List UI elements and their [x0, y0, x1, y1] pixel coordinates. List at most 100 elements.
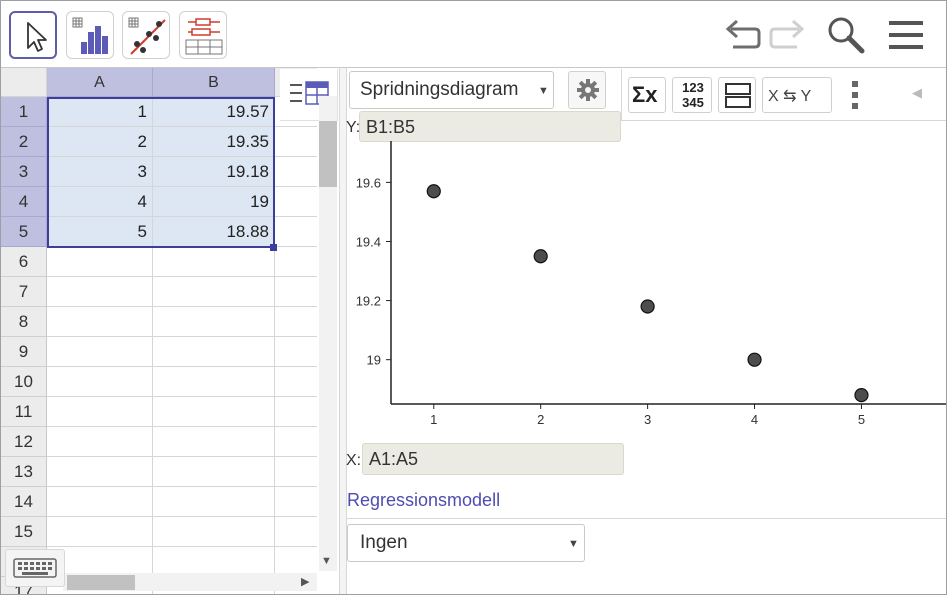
- y-tick-label: 19.4: [356, 234, 381, 249]
- row-header[interactable]: 7: [1, 277, 47, 307]
- settings-button[interactable]: [568, 71, 606, 109]
- toolbar: [1, 1, 946, 68]
- column-header[interactable]: A: [47, 68, 153, 97]
- fill-handle[interactable]: [270, 244, 277, 251]
- horizontal-scroll-thumb[interactable]: [67, 575, 135, 590]
- cell-c-6[interactable]: [275, 247, 317, 277]
- row-header[interactable]: 6: [1, 247, 47, 277]
- panel-divider[interactable]: [339, 68, 347, 594]
- layout-button[interactable]: [718, 77, 756, 113]
- cell-b-11[interactable]: [153, 397, 275, 427]
- cell-c-13[interactable]: [275, 457, 317, 487]
- cell-c-12[interactable]: [275, 427, 317, 457]
- cell-c-5[interactable]: [275, 217, 317, 247]
- menu-icon[interactable]: [885, 15, 927, 57]
- cell-b-9[interactable]: [153, 337, 275, 367]
- cell-c-10[interactable]: [275, 367, 317, 397]
- row-header[interactable]: 8: [1, 307, 47, 337]
- two-variable-regression-button[interactable]: [122, 11, 170, 59]
- x-tick-label: 3: [644, 412, 651, 427]
- cell-a-3[interactable]: 3: [47, 157, 153, 187]
- cell-a-4[interactable]: 4: [47, 187, 153, 217]
- cell-c-11[interactable]: [275, 397, 317, 427]
- row-header[interactable]: 10: [1, 367, 47, 397]
- row-header[interactable]: 4: [1, 187, 47, 217]
- cell-b-12[interactable]: [153, 427, 275, 457]
- cell-b-3[interactable]: 19.18: [153, 157, 275, 187]
- cell-b-2[interactable]: 19.35: [153, 127, 275, 157]
- cell-a-7[interactable]: [47, 277, 153, 307]
- row-header[interactable]: 5: [1, 217, 47, 247]
- row-header[interactable]: 9: [1, 337, 47, 367]
- scroll-right-arrow-icon[interactable]: ▶: [301, 575, 309, 588]
- cell-a-13[interactable]: [47, 457, 153, 487]
- one-variable-analysis-button[interactable]: [66, 11, 114, 59]
- data-button[interactable]: 123 345: [672, 77, 712, 113]
- cell-c-9[interactable]: [275, 337, 317, 367]
- regression-model-value: Ingen: [360, 532, 408, 553]
- swap-xy-label: X ⇆ Y: [768, 88, 812, 105]
- cell-a-6[interactable]: [47, 247, 153, 277]
- cell-b-10[interactable]: [153, 367, 275, 397]
- row-header[interactable]: 12: [1, 427, 47, 457]
- search-icon[interactable]: [824, 15, 866, 57]
- cell-b-7[interactable]: [153, 277, 275, 307]
- row-header[interactable]: 3: [1, 157, 47, 187]
- collapse-arrow-icon[interactable]: ◀: [912, 85, 922, 101]
- cell-b-15[interactable]: [153, 517, 275, 547]
- cell-b-5[interactable]: 18.88: [153, 217, 275, 247]
- histogram-icon: [72, 17, 108, 54]
- sum-stats-button[interactable]: Σx: [628, 77, 666, 113]
- swap-xy-button[interactable]: X ⇆ Y: [762, 77, 832, 113]
- cell-c-4[interactable]: [275, 187, 317, 217]
- cell-b-6[interactable]: [153, 247, 275, 277]
- statistics-toolbar: Σx 123 345 X ⇆ Y ◀: [621, 69, 946, 121]
- cell-a-15[interactable]: [47, 517, 153, 547]
- more-options-icon[interactable]: [848, 79, 862, 113]
- cell-a-8[interactable]: [47, 307, 153, 337]
- x-tick-label: 2: [537, 412, 544, 427]
- cell-c-8[interactable]: [275, 307, 317, 337]
- chart-type-dropdown[interactable]: Spridningsdiagram ▼: [349, 71, 554, 109]
- cell-a-1[interactable]: 1: [47, 97, 153, 127]
- row-header[interactable]: 14: [1, 487, 47, 517]
- column-header[interactable]: B: [153, 68, 275, 97]
- corner-cell[interactable]: [1, 68, 47, 97]
- regression-model-dropdown[interactable]: Ingen ▼: [347, 524, 585, 562]
- cell-a-10[interactable]: [47, 367, 153, 397]
- cell-b-14[interactable]: [153, 487, 275, 517]
- row-header[interactable]: 11: [1, 397, 47, 427]
- cell-a-9[interactable]: [47, 337, 153, 367]
- row-header[interactable]: 15: [1, 517, 47, 547]
- x-source-field[interactable]: A1:A5: [362, 443, 624, 475]
- gear-icon: [577, 79, 599, 101]
- scroll-down-arrow-icon[interactable]: ▼: [321, 555, 332, 567]
- cell-c-15[interactable]: [275, 517, 317, 547]
- redo-icon[interactable]: [767, 15, 809, 57]
- cell-b-4[interactable]: 19: [153, 187, 275, 217]
- cell-c-7[interactable]: [275, 277, 317, 307]
- row-header[interactable]: 13: [1, 457, 47, 487]
- row-header[interactable]: 2: [1, 127, 47, 157]
- undo-icon[interactable]: [721, 15, 763, 57]
- cell-b-1[interactable]: 19.57: [153, 97, 275, 127]
- cell-a-5[interactable]: 5: [47, 217, 153, 247]
- y-source-field[interactable]: B1:B5: [359, 111, 621, 142]
- cell-b-8[interactable]: [153, 307, 275, 337]
- arrow-cursor-icon: [27, 22, 47, 52]
- move-tool-button[interactable]: [9, 11, 57, 59]
- row-header[interactable]: 1: [1, 97, 47, 127]
- chevron-down-icon: ▼: [538, 85, 549, 97]
- vertical-scroll-thumb[interactable]: [319, 121, 337, 187]
- multiple-variable-analysis-button[interactable]: [179, 11, 227, 59]
- cell-c-3[interactable]: [275, 157, 317, 187]
- cell-a-12[interactable]: [47, 427, 153, 457]
- cell-c-2[interactable]: [275, 127, 317, 157]
- cell-a-14[interactable]: [47, 487, 153, 517]
- cell-a-2[interactable]: 2: [47, 127, 153, 157]
- cell-c-14[interactable]: [275, 487, 317, 517]
- data-point: [426, 184, 441, 199]
- cell-b-13[interactable]: [153, 457, 275, 487]
- keyboard-button[interactable]: [5, 549, 65, 587]
- cell-a-11[interactable]: [47, 397, 153, 427]
